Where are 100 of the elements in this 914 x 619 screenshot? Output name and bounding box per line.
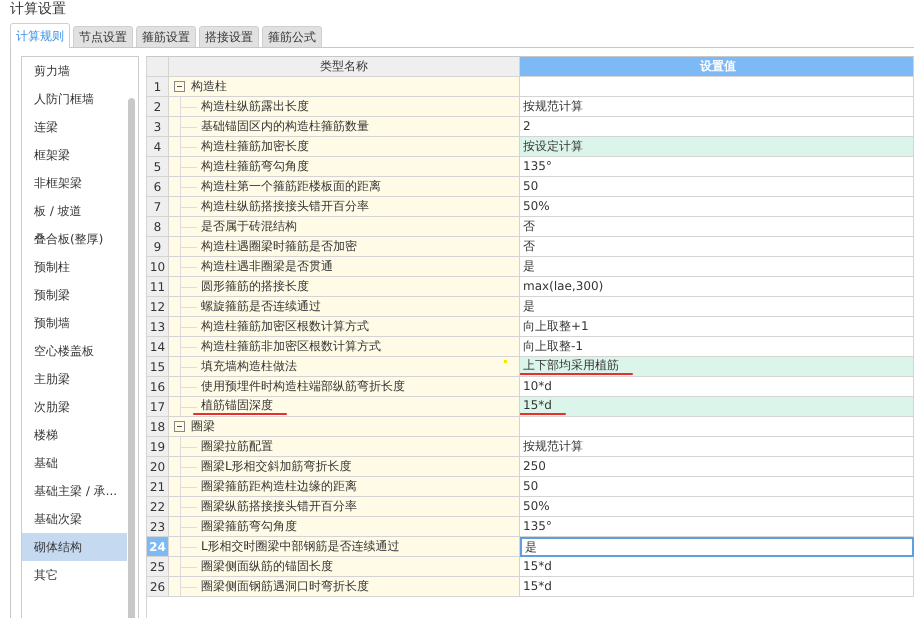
collapse-icon[interactable]: [174, 421, 185, 432]
setting-name: 圈梁拉筋配置: [201, 439, 273, 454]
setting-name: 螺旋箍筋是否连续通过: [201, 299, 321, 314]
tab[interactable]: 节点设置: [73, 26, 133, 47]
value-cell[interactable]: 按规范计算: [520, 437, 914, 457]
value-cell[interactable]: 250: [520, 457, 914, 477]
row-number[interactable]: 13: [147, 317, 169, 337]
tab[interactable]: 箍筋公式: [262, 26, 322, 47]
sidebar-item[interactable]: 预制墙: [22, 309, 127, 337]
sidebar-item[interactable]: 预制柱: [22, 253, 127, 281]
row-number[interactable]: 17: [147, 397, 169, 417]
sidebar-item[interactable]: 剪力墙: [22, 57, 127, 85]
row-number[interactable]: 16: [147, 377, 169, 397]
value-cell[interactable]: 50: [520, 177, 914, 197]
row-number[interactable]: 8: [147, 217, 169, 237]
row-number[interactable]: 23: [147, 517, 169, 537]
row-number[interactable]: 5: [147, 157, 169, 177]
row-number[interactable]: 19: [147, 437, 169, 457]
setting-name: 构造柱箍筋非加密区根数计算方式: [201, 339, 381, 354]
setting-name: 构造柱箍筋加密长度: [201, 139, 309, 154]
sidebar-item[interactable]: 基础次梁: [22, 505, 127, 533]
group-cell: 圈梁: [169, 417, 520, 437]
value-cell[interactable]: 是: [520, 257, 914, 277]
setting-name: 是否属于砖混结构: [201, 219, 297, 234]
row-number[interactable]: 25: [147, 557, 169, 577]
value-cell[interactable]: 50%: [520, 197, 914, 217]
setting-name: 构造柱箍筋弯勾角度: [201, 159, 309, 174]
row-number[interactable]: 20: [147, 457, 169, 477]
value-cell[interactable]: 上下部均采用植筋: [520, 357, 914, 377]
value-cell[interactable]: 是: [520, 297, 914, 317]
value-cell[interactable]: 是: [520, 537, 914, 557]
value-cell[interactable]: 按规范计算: [520, 97, 914, 117]
value-cell[interactable]: 135°: [520, 157, 914, 177]
sidebar-item[interactable]: 预制梁: [22, 281, 127, 309]
sidebar-item[interactable]: 主肋梁: [22, 365, 127, 393]
sidebar-item[interactable]: 基础: [22, 449, 127, 477]
collapse-icon[interactable]: [174, 81, 185, 92]
setting-name: 圈梁L形相交斜加筋弯折长度: [201, 459, 352, 474]
value-cell[interactable]: 50: [520, 477, 914, 497]
row-number[interactable]: 26: [147, 577, 169, 597]
setting-name: 构造柱遇圈梁时箍筋是否加密: [201, 239, 357, 254]
setting-name: 圈梁侧面纵筋的锚固长度: [201, 559, 333, 574]
value-cell[interactable]: 15*d: [520, 397, 914, 417]
setting-name: 植筋锚固深度: [201, 398, 273, 413]
value-cell[interactable]: 否: [520, 237, 914, 257]
sidebar-item[interactable]: 砌体结构: [22, 533, 127, 561]
value-cell[interactable]: 向上取整+1: [520, 317, 914, 337]
tab[interactable]: 搭接设置: [199, 26, 259, 47]
sidebar-item[interactable]: 连梁: [22, 113, 127, 141]
row-number[interactable]: 21: [147, 477, 169, 497]
row-number[interactable]: 2: [147, 97, 169, 117]
value-cell[interactable]: 50%: [520, 497, 914, 517]
window-title: 计算设置: [10, 1, 66, 17]
row-number[interactable]: 1: [147, 77, 169, 97]
row-number[interactable]: 4: [147, 137, 169, 157]
sidebar-item[interactable]: 板 / 坡道: [22, 197, 127, 225]
value-cell[interactable]: 15*d: [520, 577, 914, 597]
value-cell[interactable]: 15*d: [520, 557, 914, 577]
tab[interactable]: 箍筋设置: [136, 26, 196, 47]
setting-name: 构造柱遇非圈梁是否贯通: [201, 259, 333, 274]
sidebar-item[interactable]: 次肋梁: [22, 393, 127, 421]
value-cell[interactable]: 否: [520, 217, 914, 237]
value-cell[interactable]: max(lae,300): [520, 277, 914, 297]
sidebar-item[interactable]: 叠合板(整厚): [22, 225, 127, 253]
row-number[interactable]: 6: [147, 177, 169, 197]
setting-name: 构造柱纵筋露出长度: [201, 99, 309, 114]
row-number[interactable]: 18: [147, 417, 169, 437]
setting-name: 使用预埋件时构造柱端部纵筋弯折长度: [201, 379, 405, 394]
sidebar-item[interactable]: 框架梁: [22, 141, 127, 169]
setting-name: 圈梁箍筋弯勾角度: [201, 519, 297, 534]
setting-name: 圈梁箍筋距构造柱边缘的距离: [201, 479, 357, 494]
row-number[interactable]: 10: [147, 257, 169, 277]
sidebar-item[interactable]: 其它: [22, 561, 127, 589]
sidebar-item[interactable]: 人防门框墙: [22, 85, 127, 113]
setting-name: L形相交时圈梁中部钢筋是否连续通过: [201, 539, 400, 554]
row-number[interactable]: 9: [147, 237, 169, 257]
setting-name: 圈梁侧面钢筋遇洞口时弯折长度: [201, 579, 369, 594]
row-number[interactable]: 22: [147, 497, 169, 517]
sidebar-item[interactable]: 空心楼盖板: [22, 337, 127, 365]
setting-name: 圆形箍筋的搭接长度: [201, 279, 309, 294]
row-number[interactable]: 14: [147, 337, 169, 357]
value-cell[interactable]: 按设定计算: [520, 137, 914, 157]
column-header[interactable]: 类型名称: [169, 57, 520, 77]
scrollbar-thumb[interactable]: [128, 98, 135, 618]
value-cell[interactable]: 135°: [520, 517, 914, 537]
sidebar-item[interactable]: 楼梯: [22, 421, 127, 449]
sidebar-item[interactable]: 基础主梁 / 承...: [22, 477, 127, 505]
row-number[interactable]: 11: [147, 277, 169, 297]
setting-name: 构造柱纵筋搭接接头错开百分率: [201, 199, 369, 214]
setting-name: 基础锚固区内的构造柱箍筋数量: [201, 119, 369, 134]
row-number[interactable]: 15: [147, 357, 169, 377]
row-number[interactable]: 3: [147, 117, 169, 137]
sidebar-item[interactable]: 非框架梁: [22, 169, 127, 197]
setting-name: 圈梁纵筋搭接接头错开百分率: [201, 499, 357, 514]
row-number[interactable]: 7: [147, 197, 169, 217]
group-cell: 构造柱: [169, 77, 520, 97]
setting-name: 填充墙构造柱做法: [201, 359, 297, 374]
row-number[interactable]: 12: [147, 297, 169, 317]
setting-name: 构造柱第一个箍筋距楼板面的距离: [201, 179, 381, 194]
setting-name: 构造柱箍筋加密区根数计算方式: [201, 319, 369, 334]
